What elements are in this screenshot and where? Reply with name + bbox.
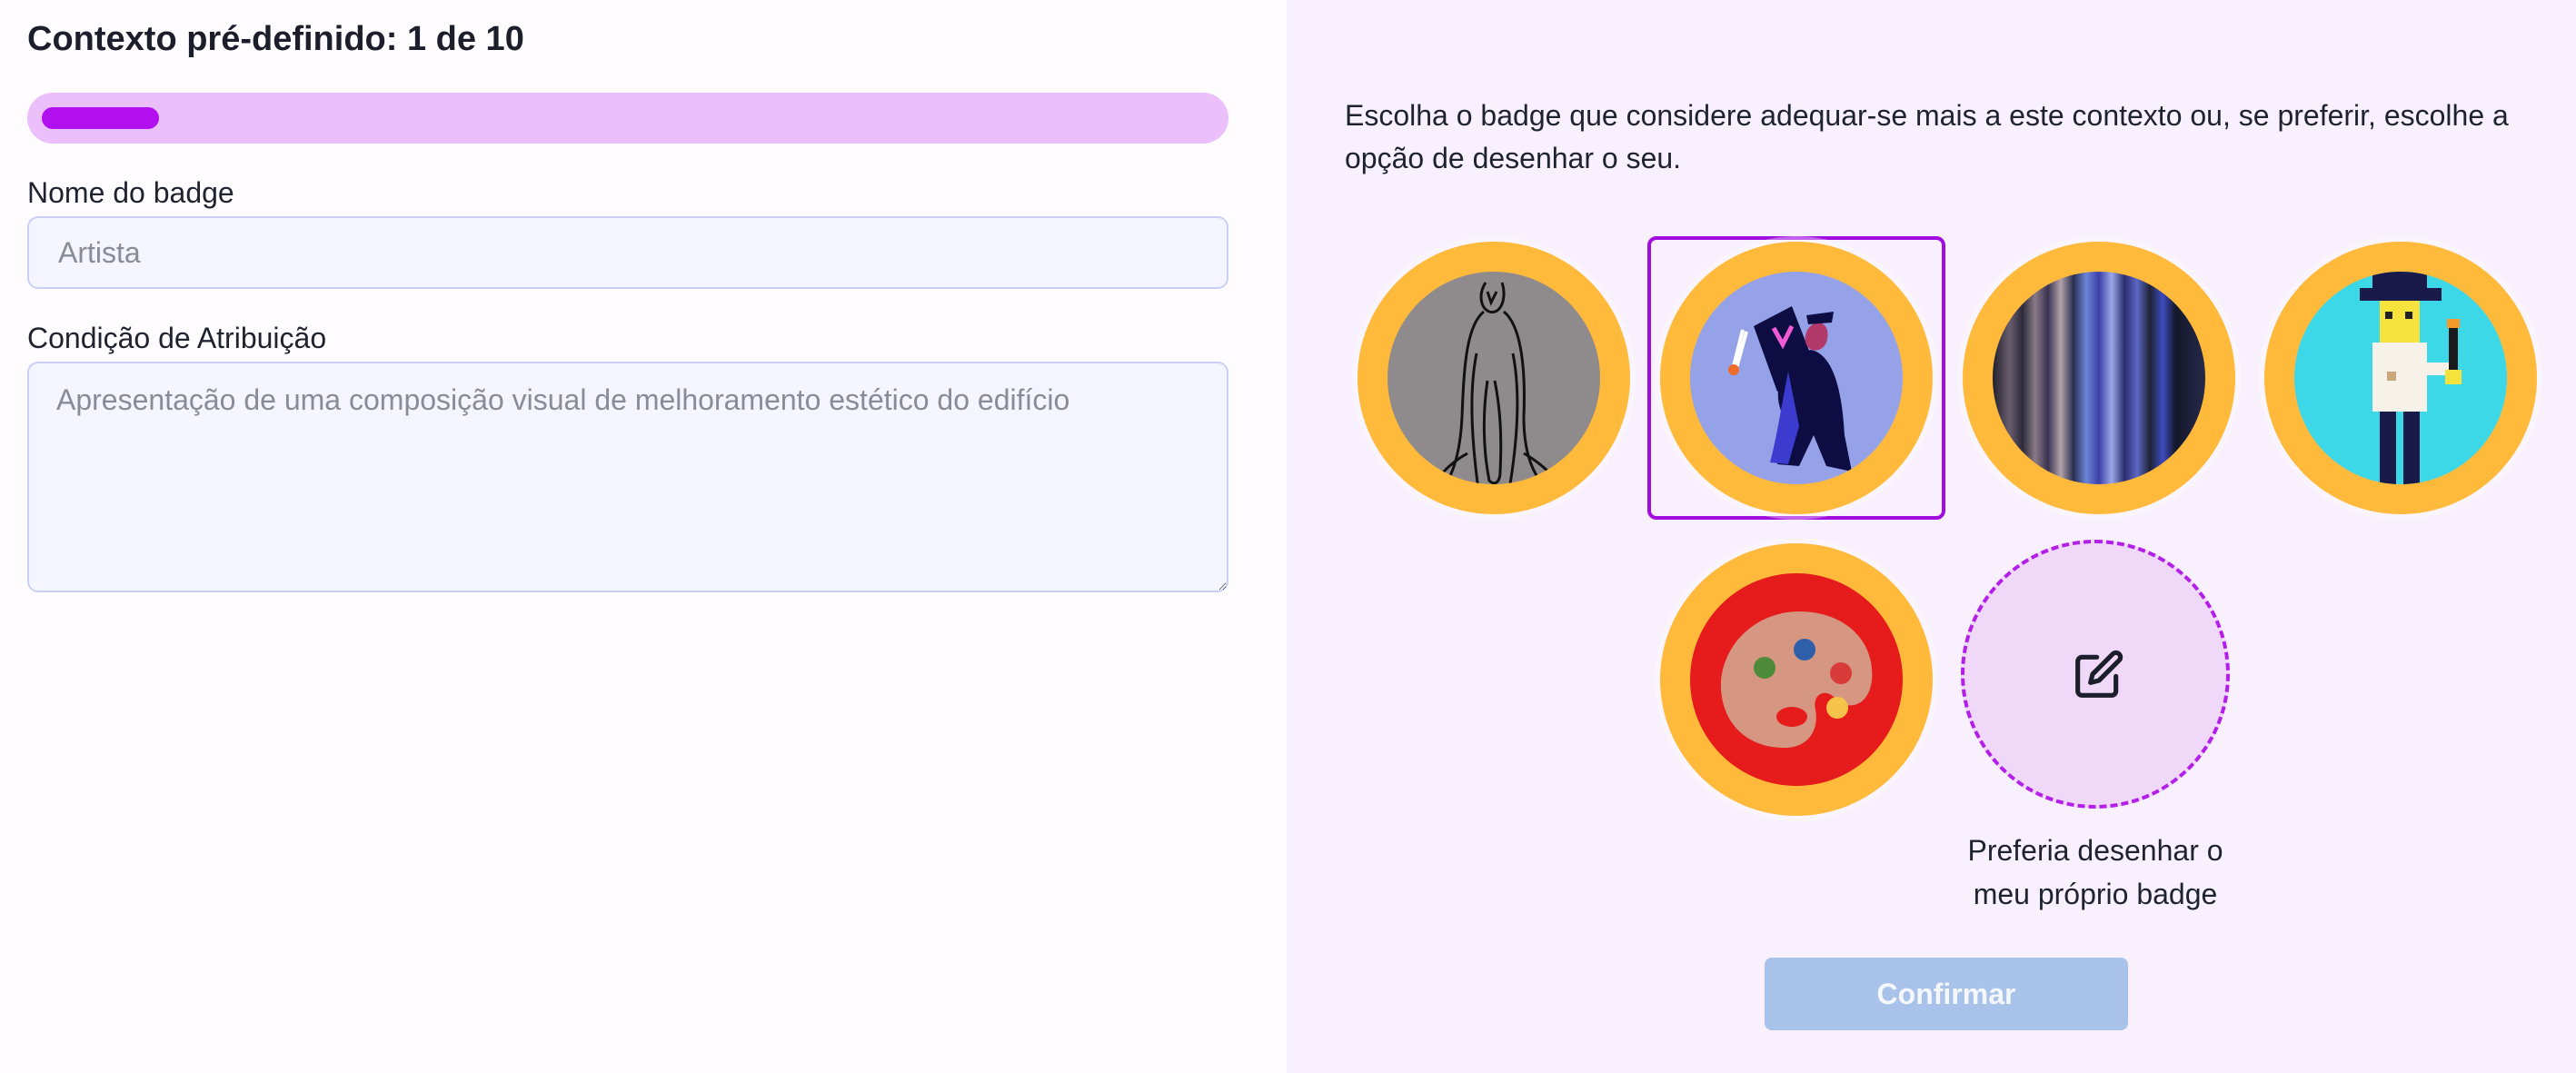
confirm-button[interactable]: Confirmar xyxy=(1765,958,2128,1030)
draw-own-label-line2: meu próprio badge xyxy=(1973,878,2218,910)
sketch-figure-icon xyxy=(1432,282,1562,484)
condition-textarea[interactable] xyxy=(27,362,1228,592)
edit-icon xyxy=(2075,650,2123,698)
pixel-artist-icon xyxy=(2360,272,2462,484)
painter-with-canvas-icon xyxy=(1728,306,1852,472)
badge-option-painter[interactable] xyxy=(1660,242,1933,514)
abstract-stripes-icon xyxy=(1993,272,2205,484)
draw-own-badge-option[interactable] xyxy=(1961,540,2230,809)
badge-option-abstract[interactable] xyxy=(1963,242,2235,514)
badge-name-label: Nome do badge xyxy=(27,176,234,209)
progress-bar xyxy=(27,93,1228,144)
progress-fill xyxy=(42,107,159,129)
page-title: Contexto pré-definido: 1 de 10 xyxy=(27,20,524,58)
instructions-text: Escolha o badge que considere adequar-se… xyxy=(1345,99,2509,174)
draw-own-label-line1: Preferia desenhar o xyxy=(1967,834,2223,867)
form-panel: Contexto pré-definido: 1 de 10 Nome do b… xyxy=(0,0,1287,1073)
badge-name-input[interactable] xyxy=(27,216,1228,289)
paint-palette-icon xyxy=(1720,611,1873,749)
badge-option-pixel-artist[interactable] xyxy=(2264,242,2537,514)
condition-label: Condição de Atribuição xyxy=(27,322,327,354)
draw-own-badge-label: Preferia desenhar o meu próprio badge xyxy=(1917,829,2273,916)
badge-option-palette[interactable] xyxy=(1660,543,1933,816)
badge-option-sketch[interactable] xyxy=(1358,242,1630,514)
